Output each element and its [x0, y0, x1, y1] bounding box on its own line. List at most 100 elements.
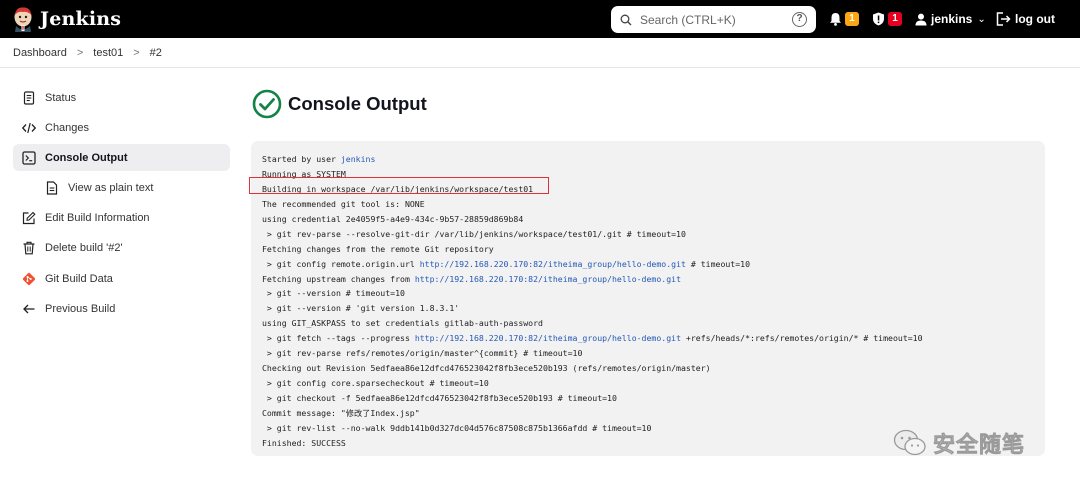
terminal-icon: [22, 151, 36, 165]
breadcrumb: Dashboard > test01 > #2: [0, 38, 1080, 68]
console-line: > git rev-parse refs/remotes/origin/mast…: [262, 346, 1034, 361]
user-menu[interactable]: jenkins ⌄: [915, 0, 986, 38]
edit-icon: [22, 211, 36, 225]
page-title: Console Output: [288, 93, 427, 114]
console-line-text: Commit message: "修改了Index.jsp": [262, 407, 420, 418]
document-icon: [22, 90, 36, 105]
notifications-badge: 1: [845, 12, 859, 26]
watermark-text: 安全随笔: [933, 432, 1026, 458]
console-line-text: using GIT_ASKPASS to set credentials git…: [262, 318, 543, 329]
jenkins-home-link[interactable]: Jenkins: [12, 0, 121, 38]
brand-name: Jenkins: [40, 8, 122, 30]
page-header: Console Output: [252, 89, 427, 119]
sidebar-item-git-build-data[interactable]: Git Build Data: [13, 265, 230, 292]
console-link[interactable]: jenkins: [341, 154, 376, 164]
sidebar-item-label: Console Output: [45, 151, 128, 164]
trash-icon: [22, 241, 36, 255]
console-link[interactable]: http://192.168.220.170:82/itheima_group/…: [415, 333, 681, 343]
sidebar-item-status[interactable]: Status: [13, 84, 230, 111]
console-line-text: The recommended git tool is: NONE: [262, 198, 425, 209]
document-icon: [45, 181, 59, 195]
user-icon: [915, 13, 927, 25]
console-line-text: > git config core.sparsecheckout # timeo…: [262, 378, 489, 389]
console-line-text: > git rev-parse --resolve-git-dir /var/l…: [262, 228, 686, 239]
sidebar-item-console-output[interactable]: Console Output: [13, 144, 230, 172]
highlight-box: [249, 177, 549, 194]
help-icon[interactable]: ?: [792, 12, 807, 27]
console-line: > git fetch --tags --progress http://192…: [262, 331, 1034, 346]
console-line: The recommended git tool is: NONE: [262, 197, 1034, 212]
sidebar: Status Changes Console Output View as pl…: [13, 84, 230, 326]
console-line-text: > git rev-parse refs/remotes/origin/mast…: [262, 348, 583, 359]
sidebar-item-label: Changes: [45, 121, 90, 134]
console-line-text: Started by user: [262, 154, 341, 164]
sidebar-item-changes[interactable]: Changes: [13, 114, 230, 141]
console-line: > git --version # timeout=10: [262, 286, 1034, 301]
console-line: Started by user jenkins: [262, 152, 1034, 167]
breadcrumb-dashboard[interactable]: Dashboard: [13, 47, 67, 59]
code-icon: [22, 121, 36, 135]
sidebar-item-edit-build-information[interactable]: Edit Build Information: [13, 205, 230, 232]
console-line-text: Finished: SUCCESS: [262, 437, 346, 448]
chevron-down-icon: ⌄: [977, 13, 986, 25]
console-line-text: > git fetch --tags --progress: [262, 333, 415, 344]
success-check-icon: [252, 89, 282, 119]
sidebar-item-label: Delete build '#2': [45, 242, 123, 255]
console-line: Fetching changes from the remote Git rep…: [262, 242, 1034, 257]
console-line-text: # timeout=10: [685, 258, 751, 269]
console-line: > git --version # 'git version 1.8.3.1': [262, 301, 1034, 316]
console-line-text: Fetching upstream changes from: [262, 273, 415, 284]
console-line-text: Checking out Revision 5edfaea86e12dfcd47…: [262, 363, 711, 374]
sidebar-item-delete-build[interactable]: Delete build '#2': [13, 235, 230, 262]
sidebar-item-view-plain-text[interactable]: View as plain text: [13, 175, 230, 202]
top-header: Jenkins ? 1 1 jenkins ⌄: [0, 0, 1080, 38]
security-badge: 1: [888, 12, 902, 26]
console-line: > git config core.sparsecheckout # timeo…: [262, 376, 1034, 391]
search-box[interactable]: ?: [611, 6, 816, 33]
breadcrumb-build[interactable]: #2: [150, 47, 162, 59]
notifications-button[interactable]: 1: [829, 0, 859, 38]
sidebar-item-label: Git Build Data: [45, 272, 113, 285]
console-lines: Started by user jenkins Running as SYSTEM…: [262, 152, 1034, 451]
jenkins-logo-icon: [14, 7, 32, 32]
console-line: using GIT_ASKPASS to set credentials git…: [262, 316, 1034, 331]
console-output: Started by user jenkins Running as SYSTEM…: [249, 141, 1045, 456]
git-icon: [22, 272, 36, 286]
sidebar-item-label: Previous Build: [45, 302, 116, 315]
wechat-icon: [893, 429, 926, 456]
breadcrumb-separator-icon: >: [133, 46, 140, 59]
console-link[interactable]: http://192.168.220.170:82/itheima_group/…: [415, 274, 681, 284]
console-line: > git checkout -f 5edfaea86e12dfcd476523…: [262, 391, 1034, 406]
breadcrumb-separator-icon: >: [76, 46, 84, 59]
sidebar-item-previous-build[interactable]: Previous Build: [13, 295, 230, 322]
console-line: Fetching upstream changes from http://19…: [262, 272, 1034, 287]
console-line: Checking out Revision 5edfaea86e12dfcd47…: [262, 361, 1034, 376]
arrow-left-icon: [22, 302, 36, 316]
console-line-text: > git rev-list --no-walk 9ddb141b0d327dc…: [262, 422, 652, 433]
console-line-text: Fetching changes from the remote Git rep…: [262, 243, 494, 254]
search-input[interactable]: [640, 12, 780, 27]
console-link[interactable]: http://192.168.220.170:82/itheima_group/…: [420, 259, 686, 269]
console-line-text: using credential 2e4059f5-a4e9-434c-9b57…: [262, 213, 524, 224]
bell-icon: [830, 13, 841, 26]
sidebar-item-label: Status: [45, 91, 77, 104]
user-name: jenkins: [931, 12, 973, 26]
sidebar-item-label: View as plain text: [68, 182, 154, 195]
console-line: Commit message: "修改了Index.jsp": [262, 406, 1034, 421]
security-button[interactable]: 1: [872, 0, 902, 38]
logout-icon: [996, 12, 1011, 26]
console-line-text: > git --version # 'git version 1.8.3.1': [262, 303, 460, 314]
sidebar-item-label: Edit Build Information: [45, 212, 150, 225]
console-line-text: > git --version # timeout=10: [262, 288, 405, 299]
console-line-text: > git checkout -f 5edfaea86e12dfcd476523…: [262, 393, 617, 403]
logout-label: log out: [1015, 12, 1055, 26]
console-line: > git config remote.origin.url http://19…: [262, 257, 1034, 272]
console-line: using credential 2e4059f5-a4e9-434c-9b57…: [262, 212, 1034, 227]
console-line: > git rev-parse --resolve-git-dir /var/l…: [262, 227, 1034, 242]
console-line-text: > git config remote.origin.url: [262, 258, 420, 269]
breadcrumb-job[interactable]: test01: [93, 47, 123, 59]
watermark: 安全随笔: [893, 427, 1025, 459]
logout-link[interactable]: log out: [996, 0, 1055, 38]
shield-alert-icon: [873, 12, 884, 26]
console-line-text: +refs/heads/*:refs/remotes/origin/* # ti…: [681, 333, 923, 344]
